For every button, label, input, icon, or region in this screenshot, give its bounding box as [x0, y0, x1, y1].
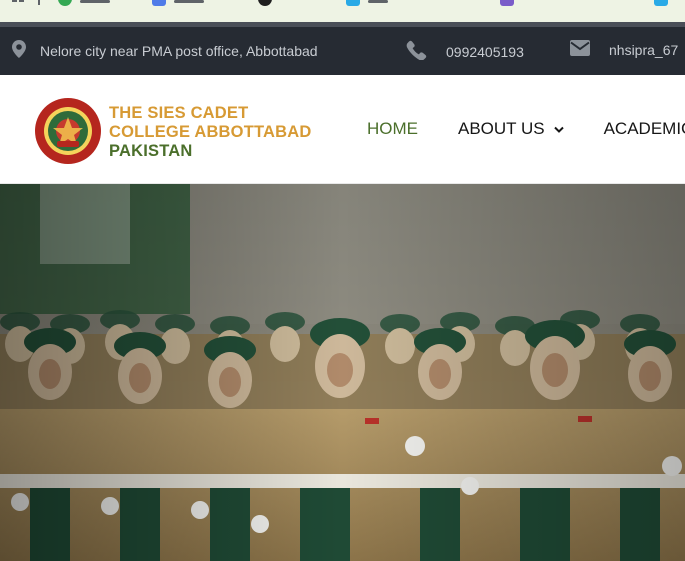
hero-banner-image: [0, 184, 685, 561]
college-crest-icon[interactable]: [34, 97, 102, 165]
bookmark-green-icon[interactable]: [58, 0, 72, 6]
contact-bar-edge: [0, 22, 685, 27]
site-logo-text[interactable]: THE SIES CADET COLLEGE ABBOTTABAD PAKIST…: [109, 104, 312, 161]
bookmarks-separator: [38, 0, 40, 5]
bookmark-cyan-icon[interactable]: [654, 0, 668, 6]
logo-line-3: PAKISTAN: [109, 142, 193, 160]
bookmarks-bar: [0, 0, 685, 22]
bookmark-label[interactable]: [174, 0, 204, 3]
nav-item-home[interactable]: HOME: [367, 119, 418, 139]
email-text[interactable]: nhsipra_67: [609, 42, 678, 58]
parade-photo: [0, 184, 685, 561]
phone-item[interactable]: 0992405193: [405, 40, 524, 63]
nav-item-about-us[interactable]: ABOUT US: [458, 119, 564, 139]
nav-item-label: ABOUT US: [458, 119, 545, 138]
map-marker-icon: [12, 40, 26, 61]
envelope-icon: [570, 40, 590, 59]
logo-line-1: THE SIES CADET: [109, 104, 249, 122]
site-header: THE SIES CADET COLLEGE ABBOTTABAD PAKIST…: [0, 75, 685, 184]
chevron-down-icon: [553, 119, 564, 139]
phone-icon: [405, 40, 427, 63]
main-nav: HOME ABOUT US ACADEMICS: [367, 119, 685, 139]
bookmark-dark-icon[interactable]: [258, 0, 272, 6]
nav-item-academics[interactable]: ACADEMICS: [604, 119, 685, 139]
bookmark-label[interactable]: [80, 0, 110, 3]
email-item[interactable]: nhsipra_67: [570, 40, 678, 59]
bookmark-purple-icon[interactable]: [500, 0, 514, 6]
nav-item-label: ACADEMICS: [603, 119, 685, 138]
bookmark-blue-icon[interactable]: [152, 0, 166, 6]
phone-text[interactable]: 0992405193: [446, 44, 524, 60]
contact-bar: Nelore city near PMA post office, Abbott…: [0, 22, 685, 75]
bookmark-cyan-icon[interactable]: [346, 0, 360, 6]
nav-item-label: HOME: [367, 119, 418, 138]
address-text: Nelore city near PMA post office, Abbott…: [40, 42, 318, 59]
logo-line-2: COLLEGE ABBOTTABAD: [109, 123, 312, 141]
apps-grid-icon[interactable]: [12, 0, 24, 6]
bookmark-label[interactable]: [368, 0, 388, 3]
address-item: Nelore city near PMA post office, Abbott…: [12, 40, 318, 61]
